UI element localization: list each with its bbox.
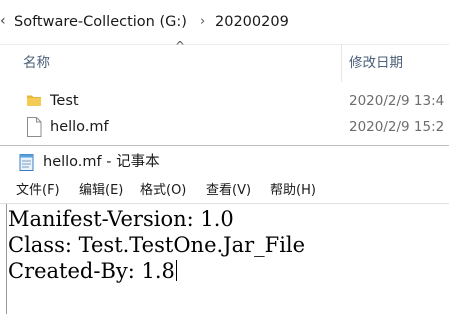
notepad-text-area[interactable]: Manifest-Version: 1.0 Class: Test.TestOn… [0, 203, 449, 314]
breadcrumb-separator-icon[interactable]: › [200, 11, 205, 33]
file-modified-date: 2020/2/9 15:2 [349, 119, 445, 135]
file-name: hello.mf [50, 119, 109, 135]
text-area-border [6, 204, 7, 314]
breadcrumb-folder[interactable]: 20200209 [215, 11, 289, 33]
column-header-name[interactable]: 名称 [23, 52, 50, 74]
menu-file[interactable]: 文件(F) [16, 182, 60, 200]
breadcrumb-overflow-chevron[interactable]: ‹ [0, 10, 10, 32]
explorer-address-bar: ‹ Software-Collection (G:) › 20200209 [0, 0, 449, 44]
text-line: Manifest-Version: 1.0 [8, 207, 234, 231]
file-modified-date: 2020/2/9 13:4 [349, 93, 445, 109]
notepad-app-icon [19, 154, 34, 171]
address-bar-divider [0, 44, 449, 45]
column-divider[interactable] [341, 44, 342, 82]
text-line: Class: Test.TestOne.Jar_File [8, 233, 306, 257]
folder-icon [27, 95, 41, 106]
notepad-title-bar[interactable]: hello.mf - 记事本 [0, 146, 449, 178]
menu-help[interactable]: 帮助(H) [270, 182, 316, 200]
menu-view[interactable]: 查看(V) [206, 182, 251, 200]
menu-edit[interactable]: 编辑(E) [79, 182, 123, 200]
text-line: Created-By: 1.8 [8, 259, 175, 283]
menu-format[interactable]: 格式(O) [140, 182, 186, 200]
column-header-modified-date[interactable]: 修改日期 [349, 52, 403, 74]
text-line-with-caret: Created-By: 1.8 [8, 258, 177, 284]
file-row-hello-mf[interactable]: hello.mf 2020/2/9 15:2 [0, 114, 449, 140]
breadcrumb-drive[interactable]: Software-Collection (G:) [14, 11, 187, 33]
notepad-title: hello.mf - 记事本 [43, 154, 160, 170]
sort-ascending-icon: ^ [174, 39, 186, 53]
text-caret [175, 260, 177, 281]
notepad-menu-bar: 文件(F) 编辑(E) 格式(O) 查看(V) 帮助(H) [0, 179, 449, 203]
file-name: Test [50, 93, 79, 109]
document-icon [27, 117, 42, 137]
notepad-window: hello.mf - 记事本 文件(F) 编辑(E) 格式(O) 查看(V) 帮… [0, 145, 449, 314]
file-row-test[interactable]: Test 2020/2/9 13:4 [0, 88, 449, 114]
